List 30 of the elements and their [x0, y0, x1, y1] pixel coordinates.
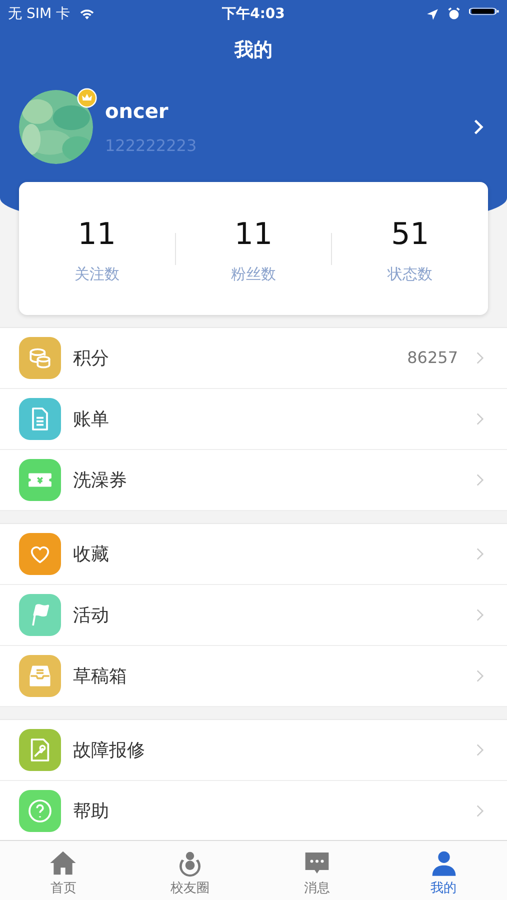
menu-label: 积分 [73, 346, 110, 370]
location-icon [426, 8, 440, 20]
tab-button[interactable]: 首页 [0, 841, 127, 900]
menu-label: 账单 [73, 408, 110, 432]
stat-label: 关注数 [74, 264, 120, 285]
status-time: 下午4:03 [222, 4, 285, 24]
stat-value: 11 [234, 216, 273, 254]
alarm-icon [447, 7, 462, 21]
tab-button[interactable]: 消息 [254, 841, 380, 900]
stat-label: 粉丝数 [231, 264, 276, 285]
menu-value: 86257 [407, 347, 458, 369]
stat-value: 51 [391, 216, 430, 254]
stat-item[interactable]: 51 状态数 [332, 212, 488, 286]
page-title: 我的 [233, 38, 274, 63]
carrier-text: 无 SIM 卡 [8, 4, 70, 24]
user-name: oncer [105, 98, 170, 125]
stat-item[interactable]: 11 粉丝数 [176, 212, 332, 286]
stat-label: 状态数 [388, 264, 433, 285]
home-icon [49, 849, 78, 877]
menu-label: 草稿箱 [73, 664, 128, 688]
menu-label: 故障报修 [73, 738, 146, 762]
stat-item[interactable]: 11 关注数 [19, 212, 175, 286]
menu-label: 收藏 [73, 542, 110, 566]
menu-label: 帮助 [73, 800, 110, 824]
tab-button[interactable]: 我的 [380, 841, 507, 900]
menu-label: 活动 [73, 604, 110, 628]
tab-button[interactable]: 校友圈 [126, 841, 254, 900]
person-icon [430, 849, 458, 877]
stat-value: 11 [78, 216, 116, 254]
menu-label: 洗澡券 [73, 468, 128, 492]
